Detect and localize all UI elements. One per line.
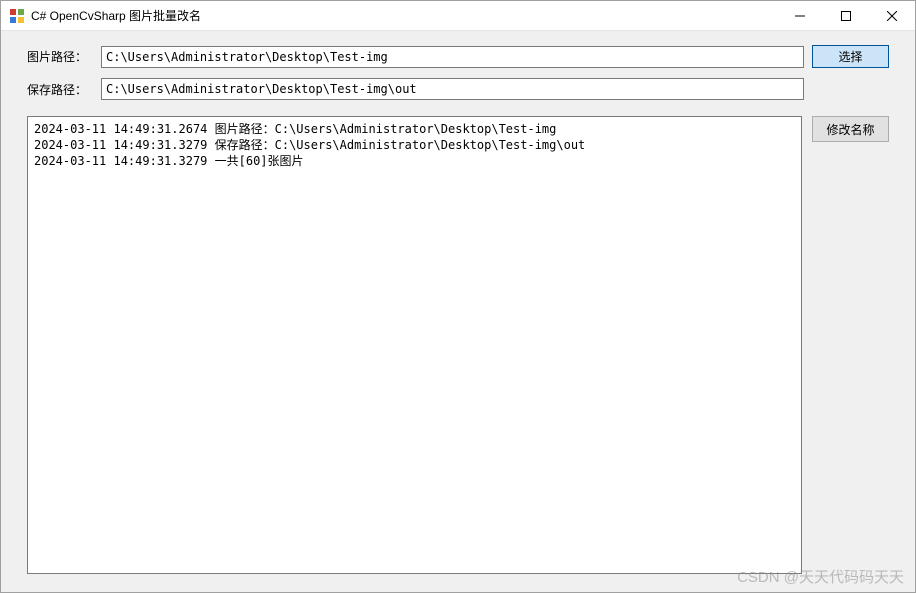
save-path-label: 保存路径： [27, 81, 93, 98]
app-icon [9, 8, 25, 24]
image-path-label: 图片路径： [27, 48, 93, 65]
window-controls [777, 1, 915, 30]
log-output[interactable]: 2024-03-11 14:49:31.2674 图片路径：C:\Users\A… [27, 116, 802, 574]
maximize-button[interactable] [823, 1, 869, 30]
image-path-row: 图片路径： 选择 [27, 45, 889, 68]
close-button[interactable] [869, 1, 915, 30]
rename-button[interactable]: 修改名称 [812, 116, 889, 142]
save-path-row: 保存路径： [27, 78, 889, 100]
minimize-button[interactable] [777, 1, 823, 30]
window-title: C# OpenCvSharp 图片批量改名 [31, 7, 201, 24]
side-buttons: 修改名称 [812, 116, 889, 574]
image-path-input[interactable] [101, 46, 804, 68]
app-window: C# OpenCvSharp 图片批量改名 图片路径： 选择 保存路径： [0, 0, 916, 593]
save-path-input[interactable] [101, 78, 804, 100]
client-area: 图片路径： 选择 保存路径： 2024-03-11 14:49:31.2674 … [1, 31, 915, 592]
select-button[interactable]: 选择 [812, 45, 889, 68]
main-area: 2024-03-11 14:49:31.2674 图片路径：C:\Users\A… [27, 116, 889, 574]
titlebar: C# OpenCvSharp 图片批量改名 [1, 1, 915, 31]
